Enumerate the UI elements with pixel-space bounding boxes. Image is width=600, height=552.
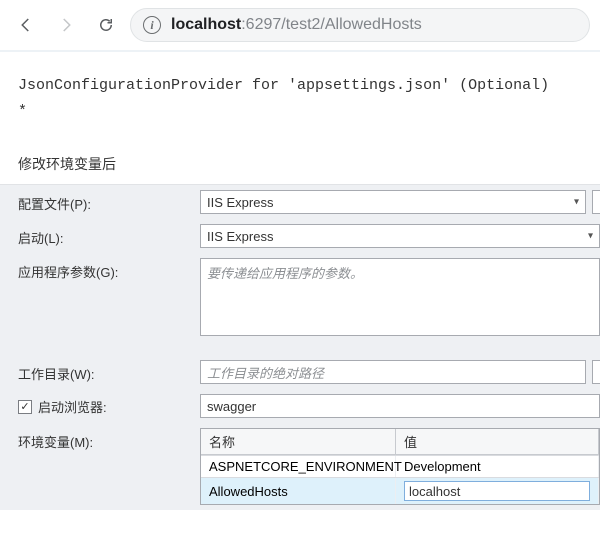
launch-combobox[interactable]: IIS Express ▾ [200, 224, 600, 248]
launch-browser-value: swagger [207, 399, 256, 414]
forward-button[interactable] [50, 9, 82, 41]
args-textarea[interactable]: 要传递给应用程序的参数。 [200, 258, 600, 336]
launch-browser-row: ✓ 启动浏览器: [18, 394, 200, 416]
table-row[interactable]: ASPNETCORE_ENVIRONMENT Development [201, 455, 599, 477]
workdir-label: 工作目录(W): [18, 360, 200, 383]
launch-browser-input[interactable]: swagger [200, 394, 600, 418]
profile-combobox[interactable]: IIS Express ▾ [200, 190, 586, 214]
url-rest: :6297/test2/AllowedHosts [241, 16, 422, 33]
envvars-header: 名称 值 [201, 429, 599, 455]
chevron-down-icon: ▾ [588, 231, 593, 242]
site-info-icon[interactable]: i [143, 16, 161, 34]
profile-side-button[interactable] [592, 190, 600, 214]
env-value-input[interactable] [404, 481, 590, 501]
profile-label: 配置文件(P): [18, 190, 200, 213]
url-host: localhost [171, 16, 241, 33]
table-row[interactable]: AllowedHosts [201, 477, 599, 504]
address-bar[interactable]: i localhost:6297/test2/AllowedHosts [130, 8, 590, 42]
output-line-2: * [18, 100, 584, 124]
launch-profile-form: 配置文件(P): IIS Express ▾ 启动(L): IIS Expres… [0, 184, 600, 510]
workdir-placeholder: 工作目录的绝对路径 [207, 363, 324, 382]
arrow-left-icon [17, 16, 35, 34]
reload-icon [97, 16, 115, 34]
envvars-col-name: 名称 [201, 429, 396, 455]
args-placeholder: 要传递给应用程序的参数。 [207, 259, 363, 282]
launch-browser-label: 启动浏览器: [38, 397, 107, 416]
browser-toolbar: i localhost:6297/test2/AllowedHosts [0, 0, 600, 52]
args-label: 应用程序参数(G): [18, 258, 200, 281]
workdir-input[interactable]: 工作目录的绝对路径 [200, 360, 586, 384]
back-button[interactable] [10, 9, 42, 41]
env-value-cell[interactable] [396, 478, 599, 504]
launch-browser-checkbox[interactable]: ✓ [18, 400, 32, 414]
launch-label: 启动(L): [18, 224, 200, 247]
env-value-cell: Development [396, 456, 599, 477]
envvars-label: 环境变量(M): [18, 428, 200, 451]
profile-value: IIS Express [207, 195, 273, 210]
arrow-right-icon [57, 16, 75, 34]
envvars-table[interactable]: 名称 值 ASPNETCORE_ENVIRONMENT Development … [200, 428, 600, 505]
env-name-cell: ASPNETCORE_ENVIRONMENT [201, 456, 396, 477]
chevron-down-icon: ▾ [574, 197, 579, 208]
reload-button[interactable] [90, 9, 122, 41]
url-text: localhost:6297/test2/AllowedHosts [171, 16, 422, 34]
envvars-col-value: 值 [396, 429, 599, 455]
env-name-cell: AllowedHosts [201, 478, 396, 504]
page-output: JsonConfigurationProvider for 'appsettin… [0, 52, 600, 128]
launch-value: IIS Express [207, 229, 273, 244]
workdir-browse-button[interactable] [592, 360, 600, 384]
check-icon: ✓ [20, 400, 29, 413]
output-line-1: JsonConfigurationProvider for 'appsettin… [18, 77, 549, 94]
section-caption: 修改环境变量后 [0, 128, 600, 184]
